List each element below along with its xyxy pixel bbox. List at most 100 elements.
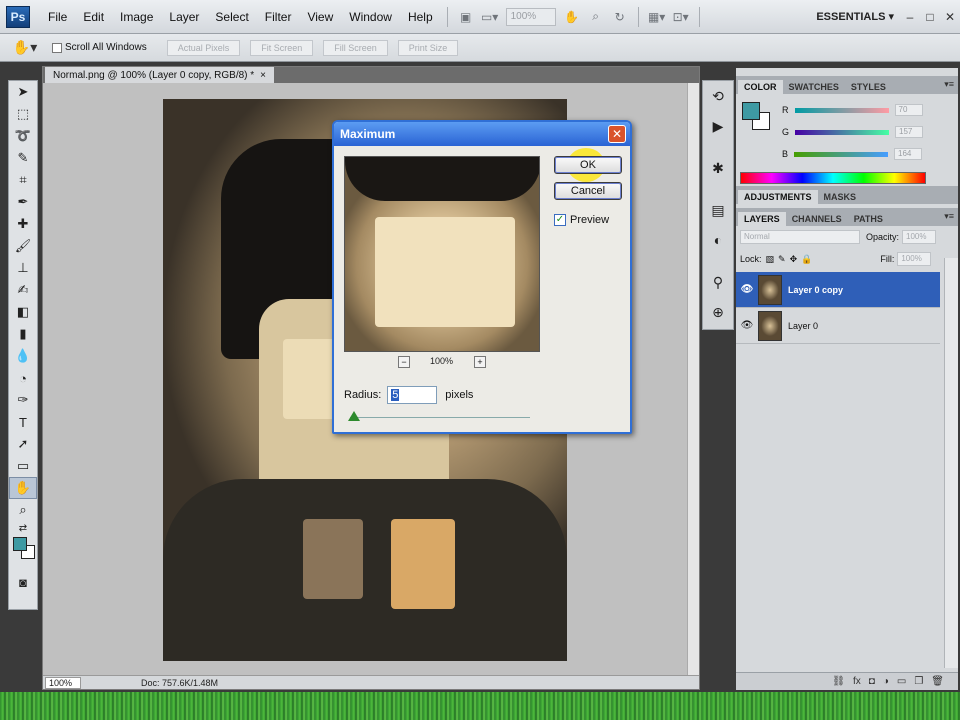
link-layers-icon[interactable]: ⛓ [832,676,845,687]
visibility-eye-icon[interactable]: 👁 [736,284,758,295]
zoom-out-button[interactable]: − [398,356,410,368]
menu-select[interactable]: Select [207,10,256,24]
ok-button[interactable]: OK [554,156,622,174]
new-group-icon[interactable]: ▭ [897,676,906,687]
add-mask-icon[interactable]: ◘ [869,676,875,687]
maximize-button[interactable]: □ [920,10,940,24]
lock-position-icon[interactable]: ✥ [790,254,798,265]
actual-pixels-button[interactable]: Actual Pixels [166,39,241,56]
crop-tool-icon[interactable]: ⌗ [9,169,37,191]
quick-selection-tool-icon[interactable]: ✎ [9,147,37,169]
document-size-info[interactable]: Doc: 757.6K/1.48M [141,678,218,688]
red-slider[interactable] [794,107,889,113]
filter-preview[interactable] [344,156,540,352]
blur-tool-icon[interactable]: 💧 [9,345,37,367]
swap-colors-icon[interactable]: ⇄ [9,521,37,535]
history-panel-icon[interactable]: ⟲ [703,81,733,111]
menu-edit[interactable]: Edit [75,10,112,24]
gradient-tool-icon[interactable]: ▮ [9,323,37,345]
zoom-tool-icon[interactable]: ⌕ [587,9,605,25]
zoom-level-field[interactable]: 100% [505,7,556,26]
history-brush-tool-icon[interactable]: ✍ [9,279,37,301]
brush-tool-icon[interactable]: 🖌 [9,235,37,257]
layer-style-icon[interactable]: fx [853,676,861,687]
lock-all-icon[interactable]: 🔒 [801,254,812,265]
layer-row[interactable]: 👁 Layer 0 copy [736,272,940,308]
tool-presets-panel-icon[interactable]: ⚲ [703,267,733,297]
fill-field[interactable]: 100% [897,252,932,266]
dodge-tool-icon[interactable]: ◔ [9,367,37,389]
marquee-tool-icon[interactable]: ⬚ [9,103,37,125]
visibility-eye-icon[interactable]: 👁 [736,320,758,331]
pen-tool-icon[interactable]: ✑ [9,389,37,411]
tool-preset-picker[interactable]: ✋▾ [8,38,42,58]
menu-window[interactable]: Window [341,10,400,24]
menu-view[interactable]: View [299,10,341,24]
arrange-documents-icon[interactable]: ▦▾ [648,9,666,25]
tab-adjustments[interactable]: ADJUSTMENTS [738,190,818,204]
zoom-in-button[interactable]: + [474,356,486,368]
layer-row[interactable]: 👁 Layer 0 [736,308,940,344]
color-spectrum-bar[interactable] [740,172,926,184]
tab-swatches[interactable]: SWATCHES [783,80,845,94]
menu-image[interactable]: Image [112,10,161,24]
green-slider[interactable] [795,129,890,135]
close-window-button[interactable]: ✕ [940,10,960,24]
tab-layers[interactable]: LAYERS [738,212,786,226]
shape-tool-icon[interactable]: ▭ [9,455,37,477]
type-tool-icon[interactable]: T [9,411,37,433]
fill-screen-button[interactable]: Fill Screen [323,39,388,56]
blend-mode-select[interactable]: Normal [740,230,860,244]
actions-panel-icon[interactable]: ▶ [703,111,733,141]
screen-mode-icon[interactable]: ▭▾ [481,9,499,25]
lock-image-icon[interactable]: ✎ [778,254,786,265]
scroll-all-windows-checkbox[interactable]: Scroll All Windows [52,42,147,53]
bridge-icon[interactable]: ▣ [457,9,475,25]
hand-tool-icon[interactable]: ✋ [9,477,37,499]
radius-slider-track[interactable] [350,417,530,418]
close-tab-icon[interactable]: × [260,70,266,81]
fit-screen-button[interactable]: Fit Screen [250,39,314,56]
layers-panel-menu-icon[interactable]: ▾≡ [944,211,954,222]
panel-menu-icon[interactable]: ▾≡ [944,79,954,90]
tab-color[interactable]: COLOR [738,80,783,94]
foreground-color-swatch[interactable] [13,537,27,551]
path-selection-tool-icon[interactable]: ➚ [9,433,37,455]
quick-mask-icon[interactable]: ◙ [9,571,37,593]
eyedropper-tool-icon[interactable]: ✒ [9,191,37,213]
healing-brush-tool-icon[interactable]: ✚ [9,213,37,235]
tab-styles[interactable]: STYLES [845,80,892,94]
print-size-button[interactable]: Print Size [397,39,459,56]
brushes-panel-icon[interactable]: ✱ [703,153,733,183]
move-tool-icon[interactable]: ➤ [9,81,37,103]
document-vertical-scrollbar[interactable] [687,83,699,675]
rotate-view-icon[interactable]: ↻ [611,9,629,25]
tab-channels[interactable]: CHANNELS [786,212,848,226]
status-zoom-field[interactable]: 100% [45,676,81,689]
navigator-panel-icon[interactable]: ▤ [703,195,733,225]
dialog-title-bar[interactable]: Maximum [334,122,630,146]
clone-source-panel-icon[interactable]: ⊕ [703,297,733,327]
radius-slider-thumb[interactable] [348,411,360,421]
lasso-tool-icon[interactable]: ➰ [9,125,37,147]
tab-paths[interactable]: PATHS [848,212,889,226]
dialog-close-button[interactable]: ✕ [608,125,626,143]
foreground-color-chip[interactable] [742,102,760,120]
eraser-tool-icon[interactable]: ◧ [9,301,37,323]
lock-transparent-icon[interactable]: ▧ [766,254,775,265]
hand-tool-icon[interactable]: ✋ [563,9,581,25]
info-panel-icon[interactable]: ◐ [703,225,733,255]
clone-stamp-tool-icon[interactable]: ⊥ [9,257,37,279]
opacity-field[interactable]: 100% [902,230,937,244]
minimize-button[interactable]: – [900,10,920,24]
screen-mode-menu-icon[interactable]: ⊡▾ [672,9,690,25]
menu-filter[interactable]: Filter [257,10,300,24]
color-swatches[interactable] [9,535,37,565]
adjustment-layer-icon[interactable]: ◑ [883,676,889,687]
layers-scrollbar[interactable] [944,258,958,668]
cancel-button[interactable]: Cancel [554,182,622,200]
red-value[interactable]: 70 [894,104,923,116]
radius-input[interactable]: 5 [387,386,438,404]
tab-masks[interactable]: MASKS [818,190,863,204]
new-layer-icon[interactable]: ❐ [914,676,923,687]
